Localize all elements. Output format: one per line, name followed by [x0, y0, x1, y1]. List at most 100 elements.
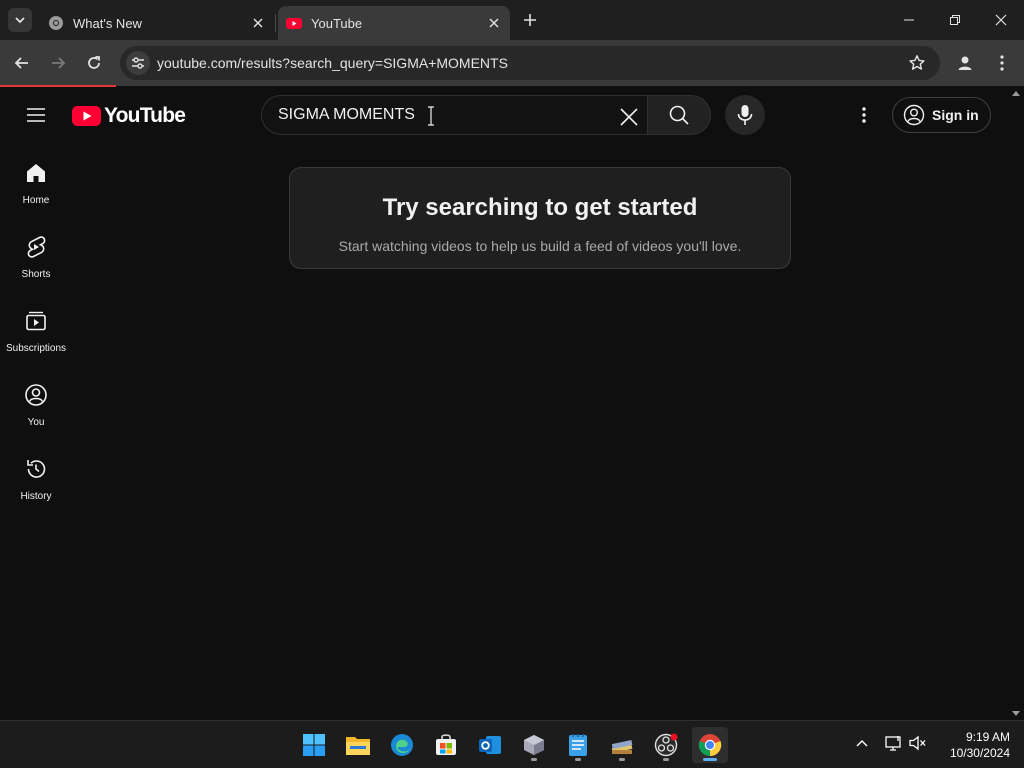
chrome-favicon-icon: [49, 16, 63, 30]
scroll-down-arrow-icon[interactable]: [1012, 711, 1020, 716]
arrow-right-icon: [52, 57, 66, 69]
shorts-icon: [27, 236, 46, 258]
address-bar-url[interactable]: youtube.com/results?search_query=SIGMA+M…: [157, 55, 508, 71]
tab-youtube[interactable]: YouTube: [278, 6, 510, 40]
empty-feed-title: Try searching to get started: [382, 194, 698, 221]
active-app-indicator: [703, 758, 717, 761]
you-icon: [25, 384, 47, 406]
bookmark-star-icon[interactable]: [908, 54, 926, 72]
address-bar[interactable]: youtube.com/results?search_query=SIGMA+M…: [120, 46, 940, 80]
scroll-up-arrow-icon[interactable]: [1012, 91, 1020, 96]
sidebar-item-label: You: [27, 417, 45, 428]
sidebar-item-subscriptions[interactable]: Subscriptions: [0, 301, 72, 361]
sidebar-item-history[interactable]: History: [0, 449, 72, 509]
running-indicator: [575, 758, 581, 761]
tab-title: What's New: [73, 15, 142, 31]
search-query-text[interactable]: SIGMA MOMENTS: [278, 106, 415, 124]
chrome-menu-button[interactable]: [988, 49, 1016, 77]
youtube-favicon-icon: [286, 18, 302, 29]
restore-button[interactable]: [932, 0, 978, 40]
home-icon: [27, 164, 45, 182]
folder-icon: [346, 737, 370, 755]
taskbar-virtualbox[interactable]: [516, 727, 552, 763]
taskbar-chrome[interactable]: [692, 727, 728, 763]
clock-date: 10/30/2024: [949, 746, 1010, 760]
new-tab-button[interactable]: [519, 9, 541, 31]
sidebar-item-label: Home: [22, 195, 50, 206]
network-status-button[interactable]: [884, 733, 904, 753]
microphone-icon: [737, 105, 753, 125]
volume-button[interactable]: [908, 733, 928, 753]
empty-feed-message: Try searching to get started Start watch…: [289, 167, 791, 269]
back-button[interactable]: [8, 49, 36, 77]
clear-search-icon[interactable]: [618, 106, 640, 128]
tab-search-button[interactable]: [8, 8, 32, 32]
guide-menu-button[interactable]: [20, 101, 52, 129]
sidebar-item-shorts[interactable]: Shorts: [0, 227, 72, 287]
tab-whats-new[interactable]: What's New: [40, 6, 274, 40]
tab-close-button[interactable]: [484, 13, 504, 33]
search-icon: [669, 105, 689, 125]
taskbar-microsoft-store[interactable]: [428, 727, 464, 763]
settings-menu-button[interactable]: [852, 103, 876, 127]
sidebar-item-home[interactable]: Home: [0, 153, 72, 213]
edge-icon: [391, 734, 413, 756]
tune-icon: [132, 57, 144, 69]
search-input[interactable]: SIGMA MOMENTS: [261, 95, 647, 135]
notepad-icon: [569, 734, 587, 756]
close-icon: [489, 18, 499, 28]
tab-title: YouTube: [311, 15, 363, 31]
reload-icon: [88, 56, 100, 69]
taskbar-obs[interactable]: [648, 727, 684, 763]
page-scrollbar[interactable]: [1008, 87, 1024, 720]
profile-icon: [958, 56, 972, 70]
plus-icon: [524, 14, 536, 26]
search-button[interactable]: [647, 95, 711, 135]
history-icon: [27, 460, 46, 478]
taskbar-winrar[interactable]: [604, 727, 640, 763]
tab-close-button[interactable]: [248, 13, 268, 33]
close-icon: [995, 14, 1007, 26]
profile-button[interactable]: [951, 49, 979, 77]
arrow-left-icon: [14, 57, 28, 69]
close-icon: [253, 18, 263, 28]
youtube-logo-text: YouTube: [104, 104, 186, 127]
store-bag-icon: [436, 734, 456, 755]
show-hidden-icons-button[interactable]: [852, 733, 872, 753]
taskbar-edge[interactable]: [384, 727, 420, 763]
sidebar-item-label: Shorts: [21, 269, 51, 280]
taskbar-notepad[interactable]: [560, 727, 596, 763]
system-clock[interactable]: 9:19 AM 10/30/2024: [940, 729, 1010, 761]
minimize-icon: [904, 19, 914, 21]
site-info-button[interactable]: [126, 51, 150, 75]
obs-icon: [654, 733, 678, 757]
running-indicator: [663, 758, 669, 761]
taskbar-file-explorer[interactable]: [340, 727, 376, 763]
volume-muted-icon: [909, 735, 926, 751]
tab-divider: [275, 14, 276, 32]
minimize-button[interactable]: [886, 0, 932, 40]
voice-search-button[interactable]: [725, 95, 765, 135]
sidebar-item-label: History: [20, 491, 52, 502]
running-indicator: [619, 758, 625, 761]
empty-feed-subtitle: Start watching videos to help us build a…: [338, 238, 742, 254]
more-vertical-icon: [862, 107, 866, 123]
reload-button[interactable]: [80, 49, 108, 77]
winrar-books-icon: [611, 739, 633, 754]
browser-tab-strip: What's New YouTube: [0, 0, 1024, 40]
start-button[interactable]: [296, 727, 332, 763]
forward-button[interactable]: [44, 49, 72, 77]
close-window-button[interactable]: [978, 0, 1024, 40]
chrome-icon: [698, 734, 722, 757]
youtube-logo-icon: [72, 106, 101, 126]
sidebar-item-you[interactable]: You: [0, 375, 72, 435]
sign-in-label: Sign in: [932, 107, 979, 123]
browser-toolbar: youtube.com/results?search_query=SIGMA+M…: [0, 40, 1024, 86]
windows-start-icon: [303, 734, 325, 756]
sidebar-item-label: Subscriptions: [5, 343, 67, 354]
youtube-page: YouTube SIGMA MOMENTS Sign in Home Short…: [0, 87, 1024, 720]
running-indicator: [531, 758, 537, 761]
taskbar-outlook[interactable]: [472, 727, 508, 763]
sign-in-button[interactable]: Sign in: [892, 97, 991, 133]
youtube-logo[interactable]: YouTube: [72, 103, 186, 129]
